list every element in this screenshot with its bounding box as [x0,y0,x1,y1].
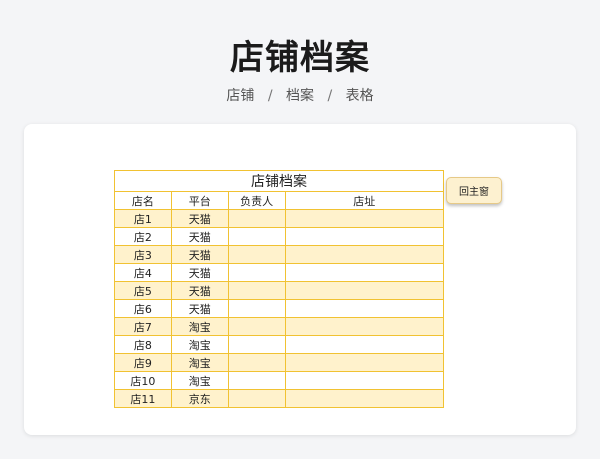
header-platform[interactable]: 平台 [170,191,229,210]
sheet-body: 店1 天猫 店2 天猫 店3 天猫 店4 天猫 店5 天猫 店6 天猫 店7 淘宝 店8 淘宝 店9 淘宝 店10 淘… [114,209,444,408]
cell-store-name[interactable]: 店8 [114,335,172,354]
cell-owner[interactable] [227,353,286,372]
cell-address[interactable] [284,209,444,228]
cell-store-name[interactable]: 店11 [114,389,172,408]
page-title: 店铺档案 [230,38,370,78]
header-store-name[interactable]: 店名 [114,191,172,210]
cell-platform[interactable]: 淘宝 [170,317,229,336]
table-row: 店6 天猫 [114,299,444,318]
cell-address[interactable] [284,245,444,264]
table-row: 店8 淘宝 [114,335,444,354]
cell-platform[interactable]: 天猫 [170,281,229,300]
cell-address[interactable] [284,263,444,282]
cell-owner[interactable] [227,209,286,228]
table-row: 店1 天猫 [114,209,444,228]
cell-platform[interactable]: 天猫 [170,227,229,246]
cell-store-name[interactable]: 店9 [114,353,172,372]
table-row: 店5 天猫 [114,281,444,300]
cell-platform[interactable]: 淘宝 [170,353,229,372]
breadcrumb-separator: / [327,88,333,104]
cell-owner[interactable] [227,299,286,318]
cell-store-name[interactable]: 店7 [114,317,172,336]
cell-platform[interactable]: 天猫 [170,245,229,264]
cell-address[interactable] [284,371,444,390]
header-owner[interactable]: 负责人 [227,191,286,210]
cell-store-name[interactable]: 店5 [114,281,172,300]
cell-owner[interactable] [227,317,286,336]
cell-store-name[interactable]: 店6 [114,299,172,318]
cell-platform[interactable]: 淘宝 [170,335,229,354]
content-card: 店铺档案 店名 平台 负责人 店址 店1 天猫 店2 天猫 店3 天猫 店4 天猫 店5 天猫 店6… [24,124,576,435]
cell-platform[interactable]: 淘宝 [170,371,229,390]
cell-platform[interactable]: 京东 [170,389,229,408]
cell-owner[interactable] [227,227,286,246]
table-row: 店3 天猫 [114,245,444,264]
cell-store-name[interactable]: 店3 [114,245,172,264]
home-button[interactable]: 回主窗 [446,177,502,204]
cell-address[interactable] [284,335,444,354]
cell-owner[interactable] [227,245,286,264]
breadcrumb-separator: / [267,88,273,104]
breadcrumb-item-table: 表格 [345,88,374,104]
sheet-title: 店铺档案 [114,170,444,192]
cell-owner[interactable] [227,281,286,300]
cell-owner[interactable] [227,371,286,390]
table-row: 店9 淘宝 [114,353,444,372]
cell-store-name[interactable]: 店10 [114,371,172,390]
table-row: 店10 淘宝 [114,371,444,390]
cell-address[interactable] [284,281,444,300]
table-row: 店4 天猫 [114,263,444,282]
store-archive-sheet: 店铺档案 店名 平台 负责人 店址 店1 天猫 店2 天猫 店3 天猫 店4 天猫 店5 天猫 店6… [114,170,444,408]
cell-owner[interactable] [227,335,286,354]
table-row: 店7 淘宝 [114,317,444,336]
cell-owner[interactable] [227,263,286,282]
cell-address[interactable] [284,299,444,318]
header-row: 店名 平台 负责人 店址 [114,191,444,210]
cell-address[interactable] [284,227,444,246]
cell-address[interactable] [284,317,444,336]
cell-owner[interactable] [227,389,286,408]
cell-platform[interactable]: 天猫 [170,209,229,228]
header-address[interactable]: 店址 [284,191,444,210]
cell-store-name[interactable]: 店2 [114,227,172,246]
breadcrumb-item-archive[interactable]: 档案 [286,88,314,104]
cell-address[interactable] [284,389,444,408]
breadcrumb: 店铺 / 档案 / 表格 [0,85,600,105]
cell-store-name[interactable]: 店4 [114,263,172,282]
table-row: 店11 京东 [114,389,444,408]
table-row: 店2 天猫 [114,227,444,246]
cell-store-name[interactable]: 店1 [114,209,172,228]
cell-address[interactable] [284,353,444,372]
cell-platform[interactable]: 天猫 [170,299,229,318]
breadcrumb-item-shop[interactable]: 店铺 [226,88,254,104]
cell-platform[interactable]: 天猫 [170,263,229,282]
